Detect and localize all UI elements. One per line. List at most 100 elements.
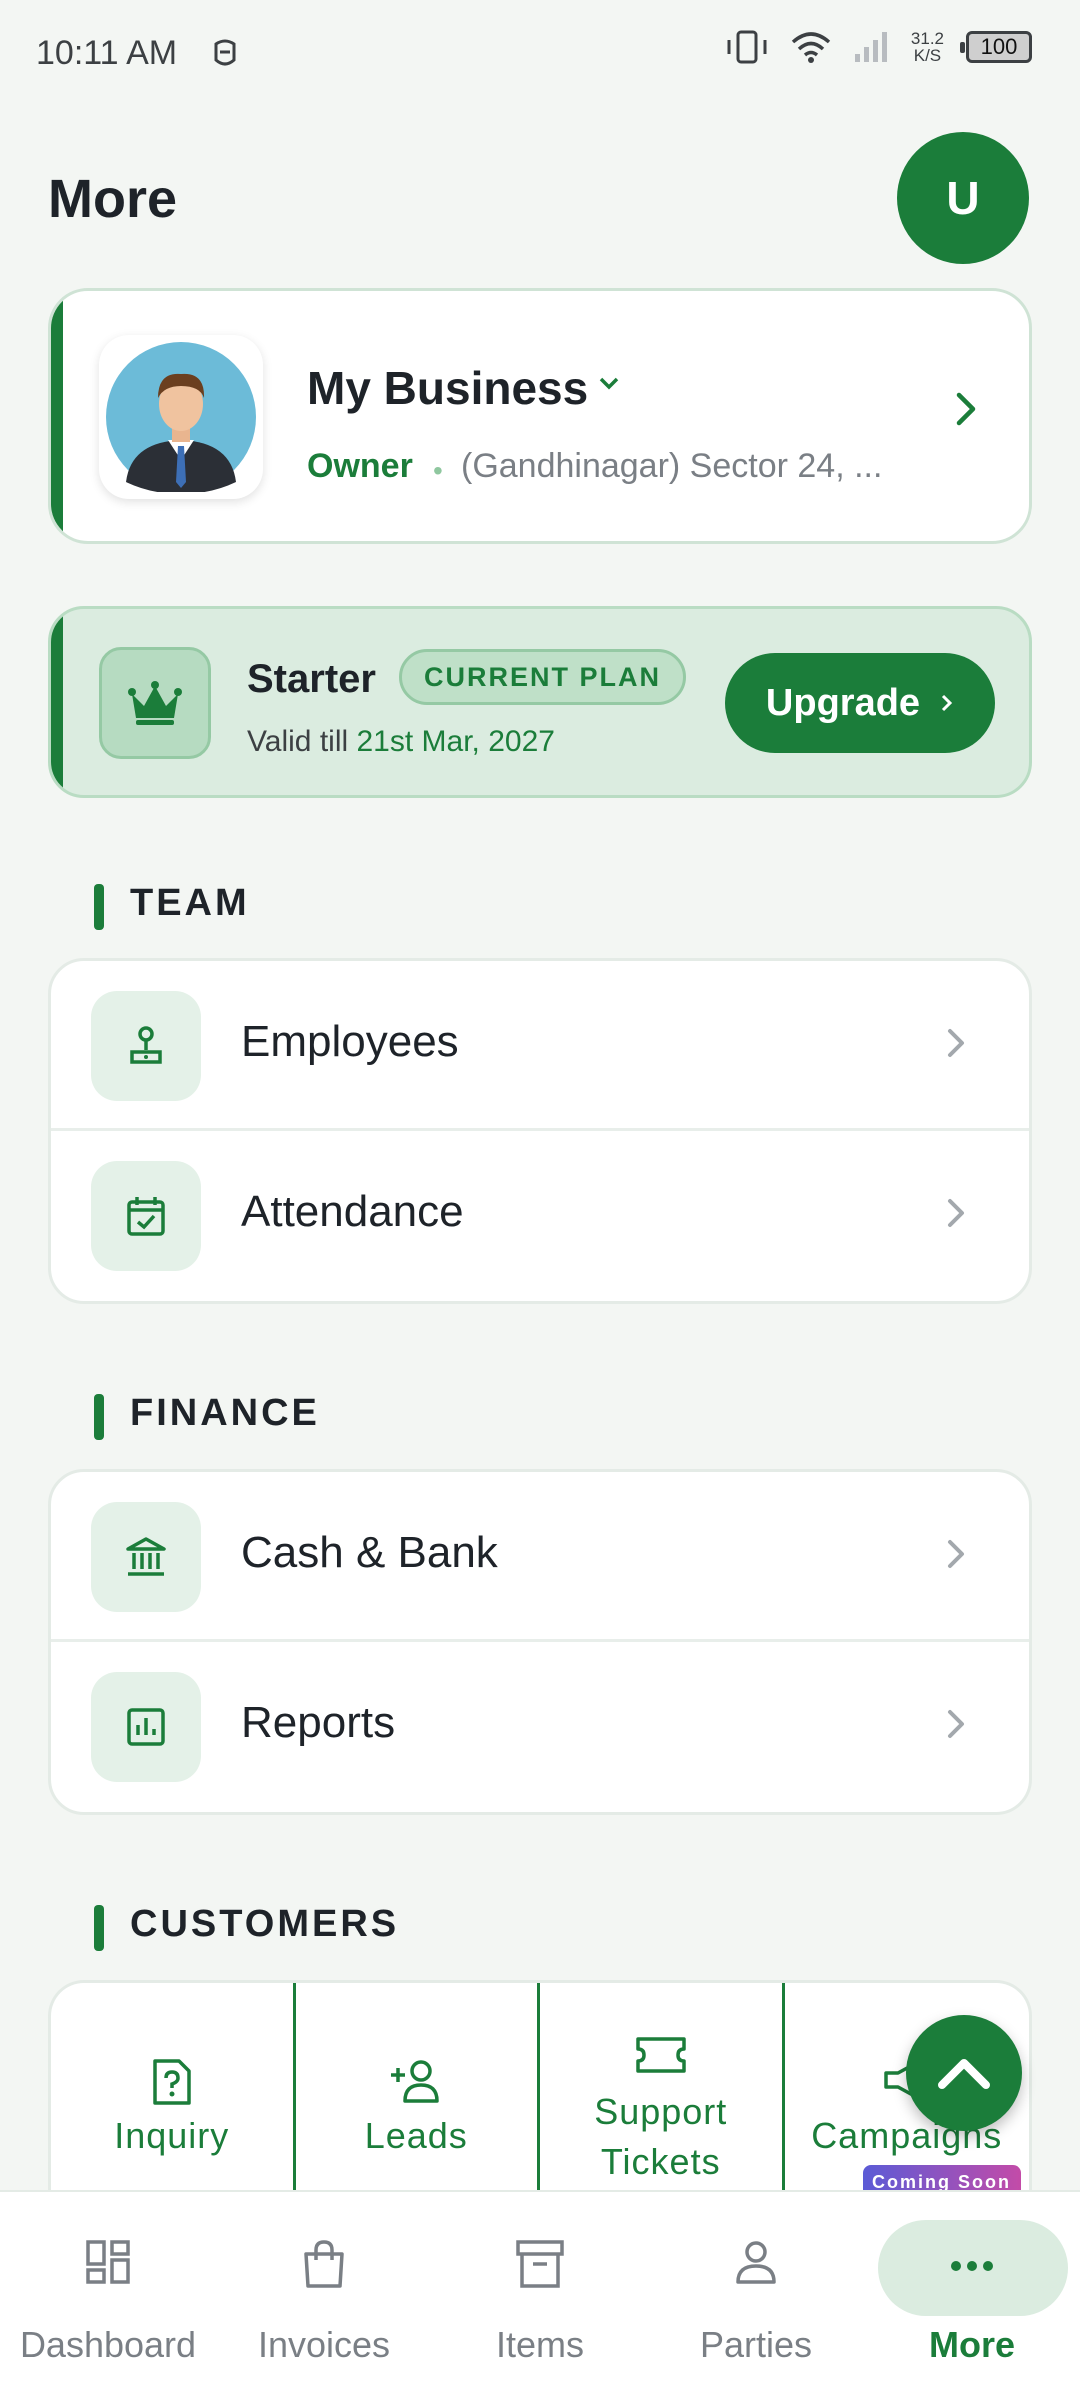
plan-validity: Valid till 21st Mar, 2027 <box>247 725 555 759</box>
bottom-navigation: Dashboard Invoices Items Parties More <box>0 2190 1080 2407</box>
row-icon-tile <box>91 1672 201 1782</box>
grid-item-leads[interactable]: Leads <box>296 1983 540 2190</box>
chevron-right-icon <box>948 1540 964 1568</box>
ticket-icon <box>636 2037 686 2073</box>
list-item-reports[interactable]: Reports <box>51 1642 1029 1812</box>
nav-tab-parties[interactable]: Parties <box>648 2192 864 2407</box>
nav-tab-items[interactable]: Items <box>432 2192 648 2407</box>
plan-icon-tile <box>99 647 211 759</box>
plan-card: Starter CURRENT PLAN Valid till 21st Mar… <box>48 606 1032 798</box>
row-icon-tile <box>91 991 201 1101</box>
coming-soon-badge: Coming Soon <box>862 2165 1021 2190</box>
cust-icon-wrap <box>540 2035 782 2075</box>
business-address: (Gandhinagar) Sector 24, ... <box>461 447 883 485</box>
nav-icon-wrap <box>0 2238 216 2286</box>
cust-icon-wrap <box>51 2057 293 2107</box>
list-item-label: Reports <box>241 1698 396 1747</box>
chevron-down-icon[interactable] <box>597 373 621 393</box>
nav-icon-wrap <box>216 2238 432 2290</box>
list-item-label: Attendance <box>241 1187 464 1236</box>
section-title-customers-text: CUSTOMERS <box>130 1903 400 1945</box>
customers-grid: Inquiry Leads Support Tickets Campaigns <box>48 1980 1032 2190</box>
nav-label: More <box>928 2324 1015 2365</box>
team-list: Employees Attendance <box>48 958 1032 1304</box>
section-title-team-text: TEAM <box>130 882 250 924</box>
shopping-bag-icon <box>304 2240 344 2288</box>
business-avatar <box>99 335 263 499</box>
nav-tab-invoices[interactable]: Invoices <box>216 2192 432 2407</box>
section-title-finance: FINANCE <box>94 1392 320 1440</box>
card-accent-bar <box>51 609 63 795</box>
employee-icon <box>130 1026 162 1064</box>
battery-indicator: 100 <box>960 31 1032 63</box>
validity-date: 21st Mar, 2027 <box>356 725 555 758</box>
nav-label: Parties <box>699 2324 813 2365</box>
card-accent-bar <box>51 291 63 541</box>
report-chart-icon <box>127 1708 165 1746</box>
scroll-to-top-button[interactable] <box>906 2015 1022 2131</box>
nav-tab-dashboard[interactable]: Dashboard <box>0 2192 216 2407</box>
current-plan-badge: CURRENT PLAN <box>399 649 686 705</box>
chevron-right-icon <box>942 694 953 712</box>
nav-icon-wrap <box>648 2238 864 2286</box>
nav-icon-wrap <box>864 2260 1080 2272</box>
section-title-customers: CUSTOMERS <box>93 1903 400 1951</box>
status-bar: 10:11 AM 31.2 K/S 100 <box>0 0 1080 110</box>
user-avatar-button[interactable]: U <box>897 132 1029 264</box>
network-speed: 31.2 K/S <box>911 30 944 64</box>
list-item-employees[interactable]: Employees <box>51 961 1029 1131</box>
chevron-right-icon <box>948 1199 964 1227</box>
grid-item-label: Inquiry <box>114 2115 230 2156</box>
chevron-right-icon <box>948 1029 964 1057</box>
grid-item-inquiry[interactable]: Inquiry <box>51 1983 296 2190</box>
crown-icon <box>128 681 182 725</box>
business-role: Owner <box>307 447 413 485</box>
chevron-up-icon <box>938 2059 990 2089</box>
businessman-avatar-icon <box>106 342 256 492</box>
validity-label: Valid till <box>247 725 349 758</box>
plan-name: Starter <box>247 657 376 701</box>
nav-tab-more[interactable]: More <box>864 2192 1080 2407</box>
business-name: My Business <box>307 362 589 414</box>
calendar-check-icon <box>127 1197 165 1236</box>
list-item-label: Employees <box>241 1017 459 1066</box>
grid-item-label-line2: Tickets <box>600 2141 721 2182</box>
network-speed-value: 31.2 <box>910 29 944 48</box>
list-item-label: Cash & Bank <box>241 1528 498 1577</box>
nav-label: Dashboard <box>19 2324 197 2365</box>
status-icons: 31.2 K/S 100 <box>725 30 1032 64</box>
archive-box-icon <box>516 2240 564 2288</box>
notification-icon <box>214 39 236 66</box>
add-person-icon <box>391 2060 439 2103</box>
business-card[interactable]: My Business Owner • (Gandhinagar) Sector… <box>48 288 1032 544</box>
status-time: 10:11 AM <box>36 34 178 72</box>
nav-label: Invoices <box>257 2324 391 2365</box>
upgrade-button-label: Upgrade <box>765 681 921 724</box>
cust-icon-wrap <box>296 2057 538 2105</box>
upgrade-button[interactable]: Upgrade <box>725 653 995 753</box>
grid-item-label: Leads <box>364 2115 468 2156</box>
person-icon <box>736 2241 776 2284</box>
row-icon-tile <box>91 1161 201 1271</box>
nav-icon-wrap <box>432 2238 648 2290</box>
grid-item-support-tickets[interactable]: Support Tickets <box>540 1983 785 2190</box>
inquiry-doc-icon <box>153 2059 191 2105</box>
section-title-finance-text: FINANCE <box>130 1392 320 1434</box>
row-icon-tile <box>91 1502 201 1612</box>
separator-dot: • <box>433 455 443 486</box>
bank-icon <box>126 1537 166 1576</box>
chevron-right-icon <box>948 1710 964 1738</box>
wifi-icon <box>791 32 831 63</box>
list-item-cash-bank[interactable]: Cash & Bank <box>51 1472 1029 1642</box>
chevron-right-icon <box>956 392 976 426</box>
page-title: More <box>48 169 178 229</box>
dashboard-icon <box>86 2240 130 2284</box>
network-speed-unit: K/S <box>913 46 942 65</box>
nav-label: Items <box>495 2324 584 2365</box>
finance-list: Cash & Bank Reports <box>48 1469 1032 1815</box>
more-dots-icon <box>951 2261 993 2271</box>
signal-icon <box>854 32 887 62</box>
vibrate-icon <box>727 30 767 64</box>
section-title-team: TEAM <box>94 882 250 930</box>
list-item-attendance[interactable]: Attendance <box>51 1131 1029 1301</box>
